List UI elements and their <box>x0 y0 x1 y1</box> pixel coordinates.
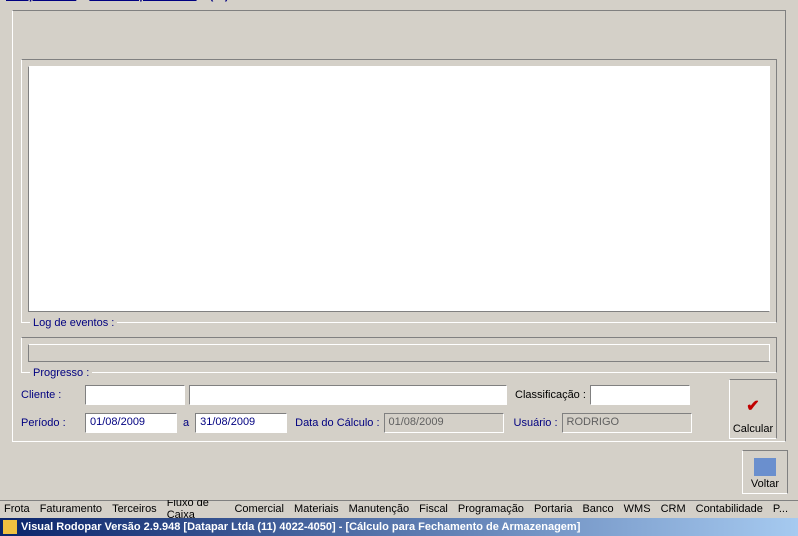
status-bar: Datapar Ltda. \ www.datapar.com.br \ (11… <box>0 0 798 4</box>
voltar-icon <box>754 458 776 476</box>
menu-faturamento[interactable]: Faturamento <box>40 504 102 516</box>
input-cliente-code[interactable] <box>85 385 185 405</box>
menu-contabilidade[interactable]: Contabilidade <box>696 504 763 516</box>
label-usuario: Usuário : <box>514 417 558 429</box>
footer-company: Datapar Ltda. <box>6 0 76 2</box>
menu-wms[interactable]: WMS <box>624 504 651 516</box>
footer-phone: (11) 4022-4050 <box>210 0 285 2</box>
row-cliente: Cliente : Classificação : <box>21 385 777 405</box>
label-cliente: Cliente : <box>21 389 81 401</box>
menu-banco[interactable]: Banco <box>582 504 613 516</box>
voltar-label: Voltar <box>751 478 779 490</box>
legend-progresso: Progresso : <box>30 367 92 379</box>
window-titlebar: Visual Rodopar Versão 2.9.948 [Datapar L… <box>0 518 798 536</box>
menu-bar: Frota Faturamento Terceiros Fluxo de Cai… <box>0 500 798 518</box>
input-periodo-ate[interactable]: 31/08/2009 <box>195 413 287 433</box>
calcular-label: Calcular <box>730 423 776 435</box>
input-classificacao[interactable] <box>590 385 690 405</box>
input-usuario: RODRIGO <box>562 413 692 433</box>
menu-comercial[interactable]: Comercial <box>234 504 284 516</box>
toolbar-zone: Voltar <box>0 444 798 500</box>
fieldset-progresso: Progresso : <box>21 337 777 373</box>
menu-portaria[interactable]: Portaria <box>534 504 573 516</box>
label-data-calculo: Data do Cálculo : <box>295 417 379 429</box>
menu-manutencao[interactable]: Manutenção <box>349 504 410 516</box>
row-periodo: Período : 01/08/2009 a 31/08/2009 Data d… <box>21 413 777 433</box>
menu-programacao[interactable]: Programação <box>458 504 524 516</box>
menu-materiais[interactable]: Materiais <box>294 504 339 516</box>
label-classificacao: Classificação : <box>515 389 586 401</box>
menu-overflow[interactable]: P... <box>773 504 788 516</box>
fieldset-log: Log de eventos : <box>21 59 777 323</box>
input-cliente-nome[interactable] <box>189 385 507 405</box>
menu-crm[interactable]: CRM <box>661 504 686 516</box>
menu-fluxo-caixa[interactable]: Fluxo de Caixa <box>167 498 225 522</box>
menu-terceiros[interactable]: Terceiros <box>112 504 157 516</box>
app-icon <box>3 520 17 534</box>
progress-bar <box>28 344 770 362</box>
input-data-calculo: 01/08/2009 <box>384 413 504 433</box>
menu-fiscal[interactable]: Fiscal <box>419 504 448 516</box>
main-panel: Período : 01/08/2009 a 31/08/2009 Data d… <box>12 10 786 442</box>
log-textarea[interactable] <box>28 66 770 312</box>
label-a: a <box>183 417 189 429</box>
label-periodo: Período : <box>21 417 81 429</box>
voltar-button[interactable]: Voltar <box>742 450 788 494</box>
menu-frota[interactable]: Frota <box>4 504 30 516</box>
input-periodo-de[interactable]: 01/08/2009 <box>85 413 177 433</box>
footer-url[interactable]: www.datapar.com.br <box>89 0 196 2</box>
footer-sep2: \ <box>205 0 208 2</box>
footer-sep1: \ <box>84 0 87 2</box>
window-title: Visual Rodopar Versão 2.9.948 [Datapar L… <box>21 521 580 533</box>
legend-log: Log de eventos : <box>30 317 117 329</box>
